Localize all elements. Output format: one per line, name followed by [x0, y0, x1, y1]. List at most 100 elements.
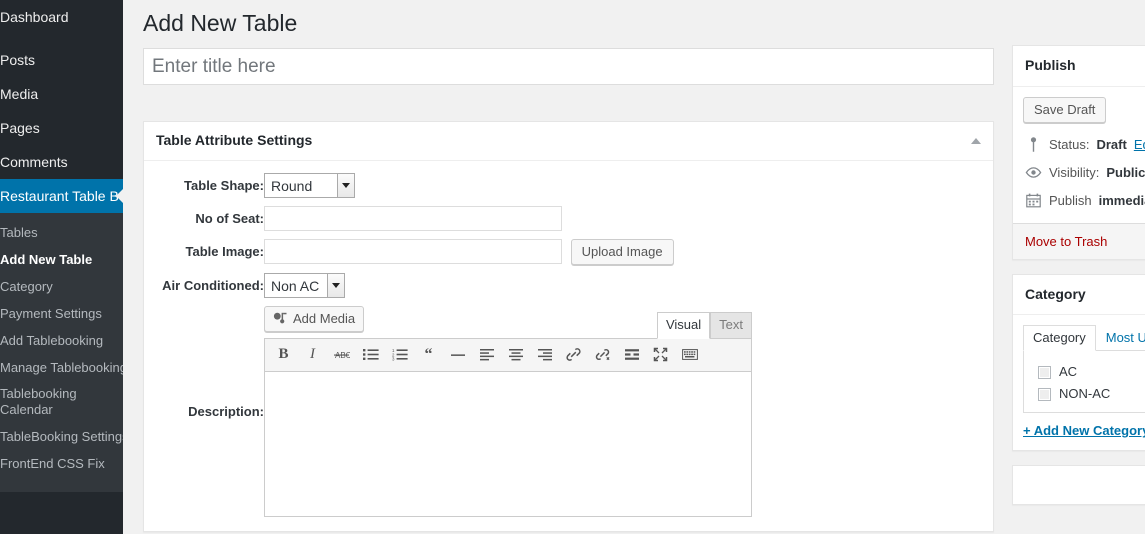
sidebar-item-dashboard[interactable]: Dashboard: [0, 0, 123, 34]
sidebar-footer-group: [0, 492, 123, 532]
air-conditioned-label: Air Conditioned:: [162, 277, 264, 293]
category-box: Category Category Most Us AC: [1012, 273, 1145, 452]
table-shape-select[interactable]: Round: [264, 172, 355, 198]
ordered-list-icon[interactable]: 1 2 3: [385, 342, 414, 368]
move-to-trash-link[interactable]: Move to Trash: [1025, 234, 1107, 249]
visibility-prefix: Visibility:: [1049, 164, 1100, 180]
postbox-body: Table Shape: Round No of Seat: Table Ima…: [144, 161, 993, 531]
table-image-input[interactable]: [264, 238, 562, 264]
postbox-title: Table Attribute Settings: [156, 132, 313, 148]
submenu-item-tables[interactable]: Tables: [0, 219, 123, 246]
attribute-form: Table Shape: Round No of Seat: Table Ima…: [154, 169, 983, 521]
post-status-row: Status: Draft Ed: [1023, 131, 1145, 159]
horizontal-rule-icon[interactable]: [443, 342, 472, 368]
table-shape-value: Round: [271, 177, 313, 194]
post-title-input[interactable]: [143, 48, 994, 85]
submenu-item-label: Category: [0, 279, 53, 294]
description-label: Description:: [188, 403, 264, 419]
submenu-item-add-new-table[interactable]: Add New Table: [0, 246, 123, 273]
publish-date-prefix: Publish: [1049, 192, 1092, 208]
editor-content-area[interactable]: [264, 371, 752, 517]
unordered-list-icon[interactable]: [356, 342, 385, 368]
editor-toolbar: B I ABC 1 2 3 “: [264, 337, 752, 372]
sidebar-item-label: Dashboard: [0, 9, 69, 25]
submenu-item-frontend-css-fix[interactable]: FrontEnd CSS Fix: [0, 450, 123, 477]
add-new-category-link[interactable]: + Add New Category: [1023, 423, 1145, 438]
align-right-icon[interactable]: [530, 342, 559, 368]
toolbar-toggle-icon[interactable]: [675, 342, 704, 368]
sidebar-item-posts[interactable]: Posts: [0, 43, 123, 77]
read-more-icon[interactable]: [617, 342, 646, 368]
form-row-table-shape: Table Shape: Round: [154, 169, 983, 202]
air-conditioned-value: Non AC: [271, 277, 320, 294]
publish-box-footer: Move to Trash: [1013, 222, 1145, 259]
edit-status-link[interactable]: Ed: [1134, 136, 1145, 154]
save-draft-button[interactable]: Save Draft: [1023, 96, 1107, 123]
submenu-item-label: Tables: [0, 225, 38, 240]
sidebar-item-label: Media: [0, 86, 39, 102]
category-item-non-ac[interactable]: NON-AC: [1038, 383, 1145, 405]
admin-content: Add New Table Table Attribute Settings T…: [123, 0, 1145, 534]
title-field-wrap: [143, 48, 994, 85]
admin-screen: Dashboard Posts Media Pages Comments Res…: [0, 0, 1145, 534]
tab-category-all[interactable]: Category: [1023, 325, 1096, 352]
fullscreen-icon[interactable]: [646, 342, 675, 368]
wp-editor: Add Media Visual Text B I ABC 1 2 3 “: [264, 305, 752, 517]
submenu-item-add-tablebooking[interactable]: Add Tablebooking: [0, 327, 123, 354]
secondary-column: Publish Save Draft Status: Draft Ed: [1012, 45, 1145, 519]
tab-text[interactable]: Text: [710, 311, 752, 339]
publish-date-row: Publish immedia: [1023, 187, 1145, 215]
submenu-item-manage-tablebooking[interactable]: Manage Tablebooking: [0, 354, 123, 381]
sidebar-top-menu: Dashboard Posts Media Pages Comments Res…: [0, 0, 123, 213]
submenu-item-category[interactable]: Category: [0, 273, 123, 300]
bold-icon[interactable]: B: [269, 342, 298, 368]
svg-text:3: 3: [392, 357, 395, 361]
category-box-title: Category: [1025, 285, 1086, 302]
form-row-table-image: Table Image: Upload Image: [154, 235, 983, 269]
sidebar-item-comments[interactable]: Comments: [0, 145, 123, 179]
blockquote-icon[interactable]: “: [414, 342, 443, 368]
submenu-item-label: Add New Table: [0, 252, 93, 267]
submenu-item-label: Payment Settings: [0, 306, 102, 321]
align-center-icon[interactable]: [501, 342, 530, 368]
sidebar-item-label: Posts: [0, 52, 36, 68]
submenu-item-tablebooking-calendar[interactable]: Tablebooking Calendar: [0, 381, 123, 423]
submenu-item-payment-settings[interactable]: Payment Settings: [0, 300, 123, 327]
checkbox-ac[interactable]: [1038, 365, 1051, 379]
table-shape-label: Table Shape:: [184, 177, 264, 193]
add-media-button[interactable]: Add Media: [264, 305, 365, 332]
admin-sidebar: Dashboard Posts Media Pages Comments Res…: [0, 0, 123, 534]
link-icon[interactable]: [559, 342, 588, 368]
tab-visual[interactable]: Visual: [656, 311, 711, 339]
no-of-seat-input[interactable]: [264, 205, 562, 231]
upload-image-button[interactable]: Upload Image: [570, 238, 674, 265]
sidebar-item-media[interactable]: Media: [0, 77, 123, 111]
editor-mode-tabs: Visual Text: [656, 311, 752, 339]
submenu-item-label: FrontEnd CSS Fix: [0, 456, 105, 471]
category-box-body: Category Most Us AC NON-AC + Add Ne: [1013, 315, 1145, 450]
align-left-icon[interactable]: [472, 342, 501, 368]
unlink-icon[interactable]: [588, 342, 617, 368]
primary-column: Table Attribute Settings Table Shape: Ro…: [143, 48, 994, 534]
sidebar-item-pages[interactable]: Pages: [0, 111, 123, 145]
tab-category-most-used[interactable]: Most Us: [1096, 325, 1145, 351]
chevron-down-icon: [327, 273, 345, 297]
form-row-description: Description: Add Media Visual Text B I A…: [154, 302, 983, 521]
sidebar-current-notch: [116, 188, 123, 204]
post-status-prefix: Status:: [1049, 136, 1090, 152]
submenu-item-tablebooking-settings[interactable]: TableBooking Settings: [0, 423, 123, 450]
publish-box: Publish Save Draft Status: Draft Ed: [1012, 45, 1145, 260]
checkbox-non-ac[interactable]: [1038, 387, 1051, 401]
calendar-icon: [1025, 192, 1042, 209]
postbox-header: Table Attribute Settings: [144, 122, 993, 161]
publish-box-title: Publish: [1025, 57, 1076, 73]
chevron-up-icon[interactable]: [971, 137, 981, 144]
submenu-item-label: Manage Tablebooking: [0, 360, 123, 375]
sidebar-item-restaurant-table-booking[interactable]: Restaurant Table Booking: [0, 179, 123, 213]
air-conditioned-select[interactable]: Non AC: [264, 272, 346, 298]
submenu-item-label: TableBooking Settings: [0, 429, 123, 444]
category-box-header: Category: [1013, 275, 1145, 316]
italic-icon[interactable]: I: [298, 342, 327, 368]
strikethrough-icon[interactable]: ABC: [327, 342, 356, 368]
category-item-ac[interactable]: AC: [1038, 361, 1145, 383]
